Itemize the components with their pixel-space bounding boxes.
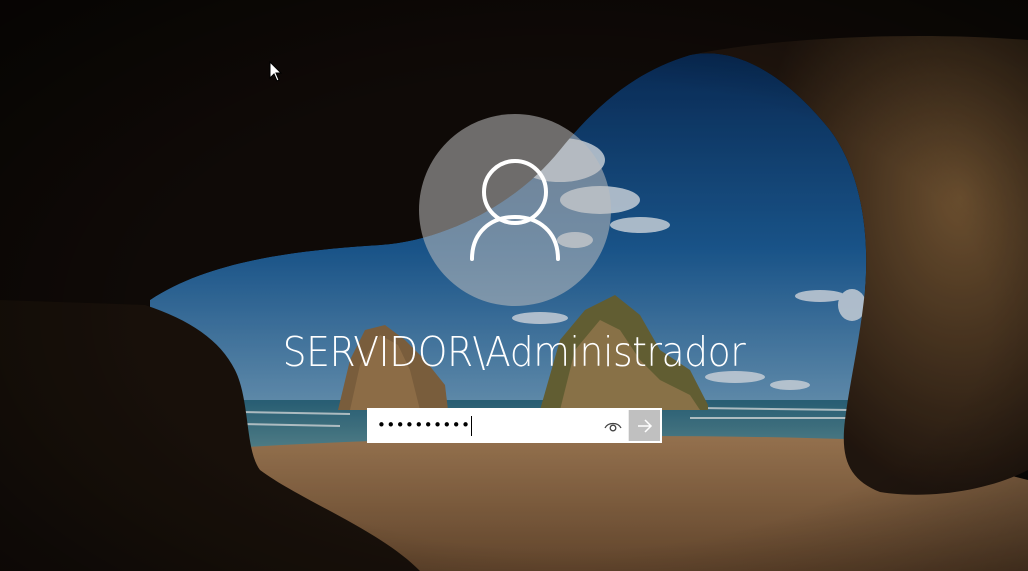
- text-caret: [471, 415, 473, 436]
- user-icon: [470, 159, 560, 261]
- password-input[interactable]: ••••••••••: [369, 410, 598, 441]
- mouse-pointer-icon: [269, 60, 283, 87]
- reveal-password-button[interactable]: [598, 410, 628, 441]
- arrow-right-icon: [637, 418, 652, 433]
- eye-icon: [604, 422, 622, 431]
- password-masked-value: ••••••••••: [377, 416, 471, 434]
- account-name: SERVIDOR\Administrador: [282, 328, 746, 376]
- lock-screen: SERVIDOR\Administrador ••••••••••: [0, 0, 1028, 571]
- user-avatar: [419, 114, 611, 306]
- submit-button[interactable]: [628, 410, 660, 441]
- password-field-container: ••••••••••: [367, 408, 662, 443]
